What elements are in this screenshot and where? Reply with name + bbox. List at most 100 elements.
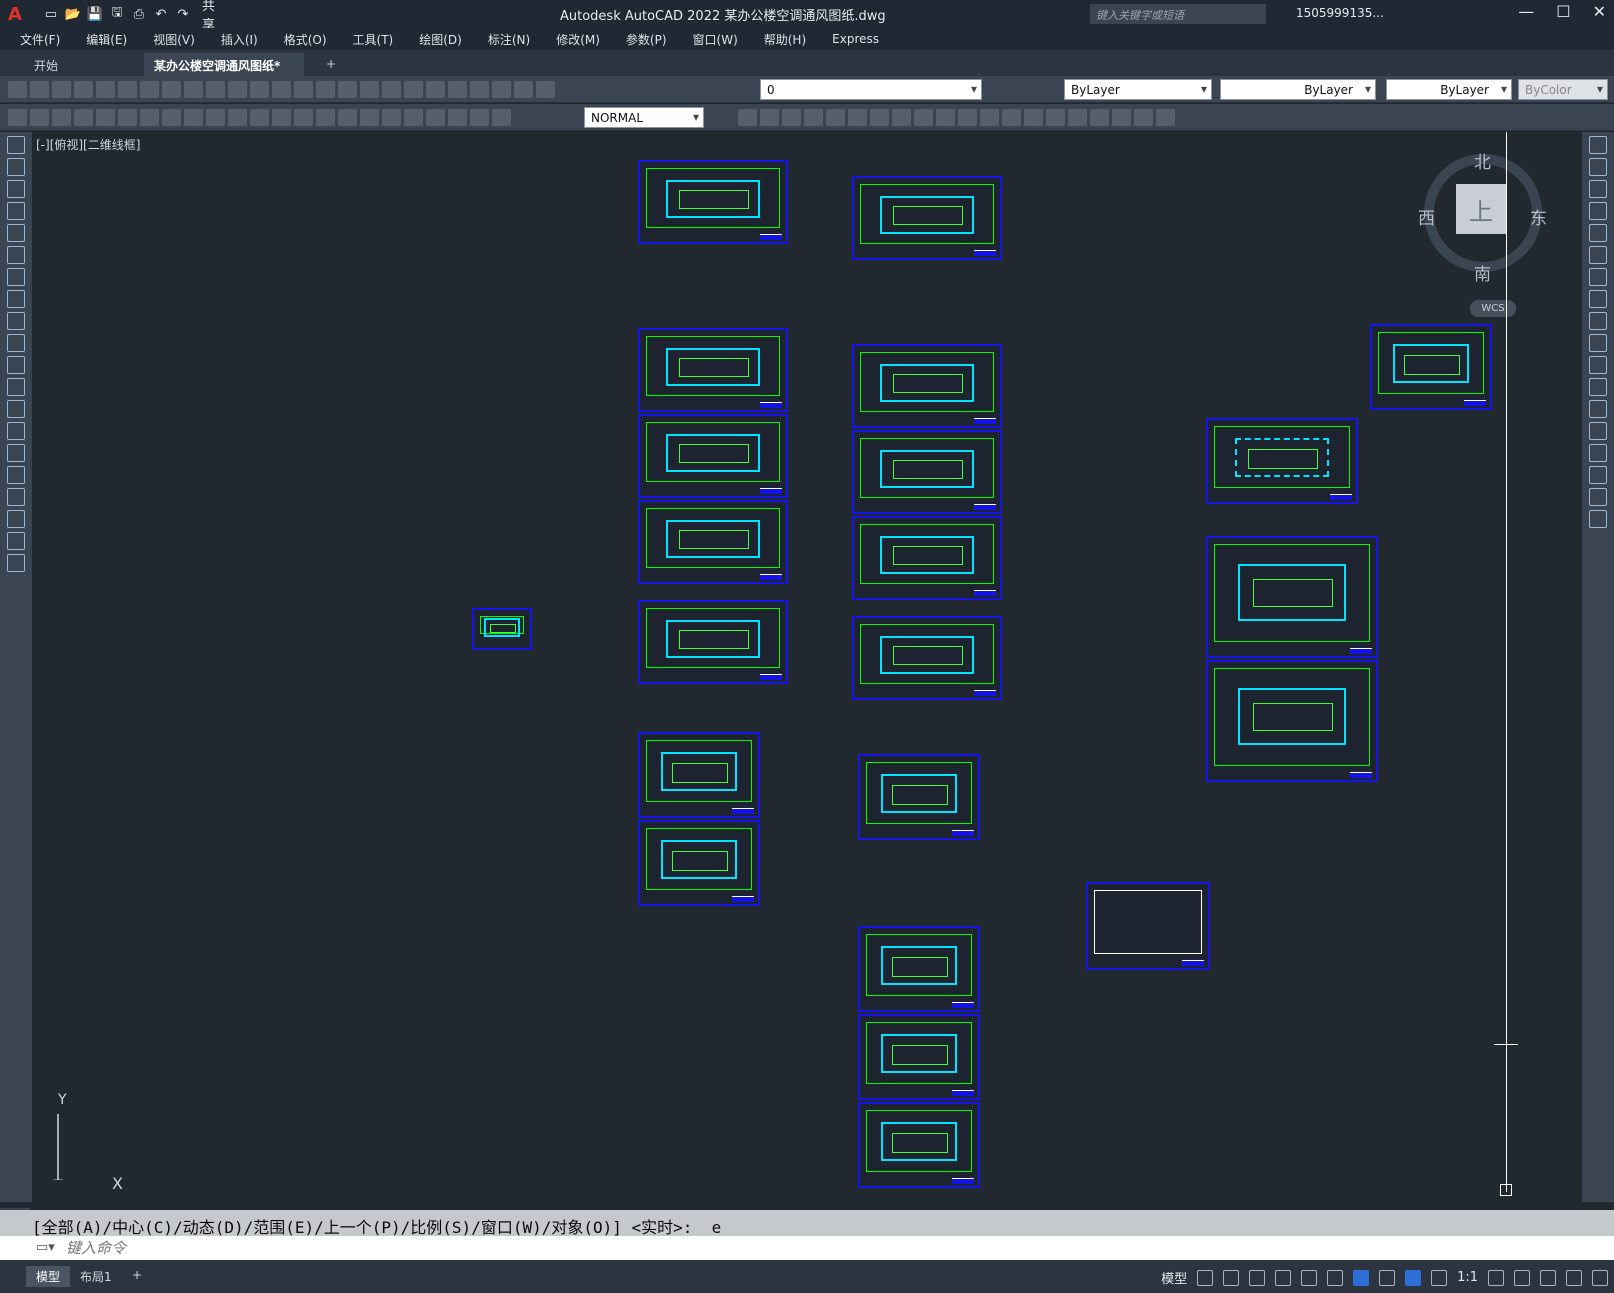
region-icon[interactable]	[7, 488, 25, 506]
maximize-button[interactable]: ☐	[1556, 2, 1570, 21]
compass-south[interactable]: 南	[1474, 260, 1491, 285]
drawing-sheet[interactable]	[638, 160, 788, 244]
ellipse-arc-icon[interactable]	[7, 356, 25, 374]
copy-icon[interactable]	[162, 81, 181, 98]
menu-dimension[interactable]: 标注(N)	[488, 31, 530, 48]
mod-icon-13[interactable]	[1002, 109, 1021, 126]
annotation-scale[interactable]: 1:1	[1457, 1270, 1478, 1285]
erase-icon[interactable]	[1589, 136, 1607, 154]
chamfer-icon[interactable]	[1589, 444, 1607, 462]
scale-icon[interactable]	[1589, 290, 1607, 308]
mod-icon-3[interactable]	[782, 109, 801, 126]
hardware-accel-icon[interactable]	[1540, 1269, 1556, 1286]
mod-icon-15[interactable]	[1046, 109, 1065, 126]
stretch-icon[interactable]	[1589, 312, 1607, 330]
add-selected-icon[interactable]	[7, 554, 25, 572]
spline-icon[interactable]	[7, 312, 25, 330]
layer-freeze-icon[interactable]	[536, 81, 555, 98]
join-icon[interactable]	[1589, 422, 1607, 440]
dim-linear-icon[interactable]	[74, 109, 93, 126]
paste-icon[interactable]	[184, 81, 203, 98]
mod-icon-5[interactable]	[826, 109, 845, 126]
menu-view[interactable]: 视图(V)	[153, 31, 195, 48]
mod-icon-6[interactable]	[848, 109, 867, 126]
drawing-sheet[interactable]	[638, 732, 760, 818]
dim-jogged-icon[interactable]	[184, 109, 203, 126]
markup-icon[interactable]	[426, 81, 445, 98]
drawing-sheet[interactable]	[852, 616, 1002, 700]
dim-baseline-icon[interactable]	[272, 109, 291, 126]
dim-continue-icon[interactable]	[294, 109, 313, 126]
dim-space-icon[interactable]	[316, 109, 335, 126]
menu-parametric[interactable]: 参数(P)	[626, 31, 667, 48]
model-space-label[interactable]: 模型	[1161, 1268, 1187, 1287]
tab-layout1[interactable]: 布局1	[70, 1266, 122, 1287]
clean-screen-icon[interactable]	[1566, 1269, 1582, 1286]
menu-format[interactable]: 格式(O)	[284, 31, 327, 48]
workspace-gear-icon[interactable]	[1488, 1269, 1504, 1286]
mod-icon-7[interactable]	[870, 109, 889, 126]
object-track-icon[interactable]	[1327, 1269, 1344, 1286]
drawing-sheet[interactable]	[472, 608, 532, 650]
dim-arc-icon[interactable]	[118, 109, 137, 126]
move-icon[interactable]	[1589, 246, 1607, 264]
publish-icon[interactable]	[118, 81, 137, 98]
dim-aligned-icon[interactable]	[96, 109, 115, 126]
mirror-icon[interactable]	[1589, 180, 1607, 198]
drawing-canvas[interactable]: [-][俯视][二维线框] Y X	[32, 132, 1582, 1192]
viewcube-top-face[interactable]: 上	[1456, 184, 1506, 234]
menu-help[interactable]: 帮助(H)	[764, 31, 806, 48]
menu-tools[interactable]: 工具(T)	[353, 31, 394, 48]
drawing-sheet[interactable]	[858, 926, 980, 1012]
open-icon[interactable]	[30, 81, 49, 98]
linetype-dropdown[interactable]: ByLayer	[1220, 79, 1376, 100]
isolate-icon[interactable]	[1514, 1269, 1530, 1286]
drawing-sheet[interactable]	[1206, 660, 1378, 782]
dimstyle-dropdown[interactable]: NORMAL	[584, 107, 704, 128]
add-layout-plus-icon[interactable]: +	[122, 1266, 152, 1284]
mod-icon-8[interactable]	[892, 109, 911, 126]
fillet-icon[interactable]	[1589, 466, 1607, 484]
polar-icon[interactable]	[1275, 1269, 1292, 1286]
snap-icon[interactable]	[1223, 1269, 1240, 1286]
table-icon[interactable]	[7, 510, 25, 528]
dim-quick-icon[interactable]	[250, 109, 269, 126]
dim-icon-1[interactable]	[8, 109, 27, 126]
drawing-sheet[interactable]	[1206, 418, 1358, 504]
break-point-icon[interactable]	[1589, 378, 1607, 396]
object-snap-icon[interactable]	[1353, 1269, 1370, 1286]
dim-ordinate-icon[interactable]	[140, 109, 159, 126]
circle-icon[interactable]	[7, 268, 25, 286]
mod-icon-9[interactable]	[914, 109, 933, 126]
compass-north[interactable]: 北	[1474, 148, 1491, 173]
color-dropdown[interactable]: ByLayer	[1064, 79, 1212, 100]
center-mark-icon[interactable]	[382, 109, 401, 126]
mod-icon-11[interactable]	[958, 109, 977, 126]
menu-window[interactable]: 窗口(W)	[693, 31, 738, 48]
dim-radius-icon[interactable]	[162, 109, 181, 126]
make-block-icon[interactable]	[7, 400, 25, 418]
drawing-sheet[interactable]	[852, 344, 1002, 428]
layer-dropdown[interactable]: 0	[760, 79, 982, 100]
extend-icon[interactable]	[1589, 356, 1607, 374]
cut-icon[interactable]	[140, 81, 159, 98]
customize-menu-icon[interactable]	[1592, 1269, 1608, 1286]
inspect-icon[interactable]	[404, 109, 423, 126]
break-icon[interactable]	[1589, 400, 1607, 418]
isodraft-icon[interactable]	[1301, 1269, 1318, 1286]
compass-east[interactable]: 东	[1530, 204, 1547, 229]
save-as-icon[interactable]: 🖫	[108, 5, 126, 23]
close-button[interactable]: ✕	[1593, 2, 1606, 21]
drawing-sheet[interactable]	[858, 1014, 980, 1100]
zoom-window-icon[interactable]	[316, 81, 335, 98]
lineweight-icon[interactable]	[1379, 1269, 1396, 1286]
redo-tool-icon[interactable]	[250, 81, 269, 98]
help-icon[interactable]	[470, 81, 489, 98]
minimize-button[interactable]: —	[1518, 2, 1534, 21]
menu-modify[interactable]: 修改(M)	[556, 31, 600, 48]
design-center-icon[interactable]	[360, 81, 379, 98]
dim-break-icon[interactable]	[338, 109, 357, 126]
polyline-icon[interactable]	[7, 180, 25, 198]
revcloud-icon[interactable]	[7, 290, 25, 308]
tab-model[interactable]: 模型	[26, 1266, 71, 1287]
